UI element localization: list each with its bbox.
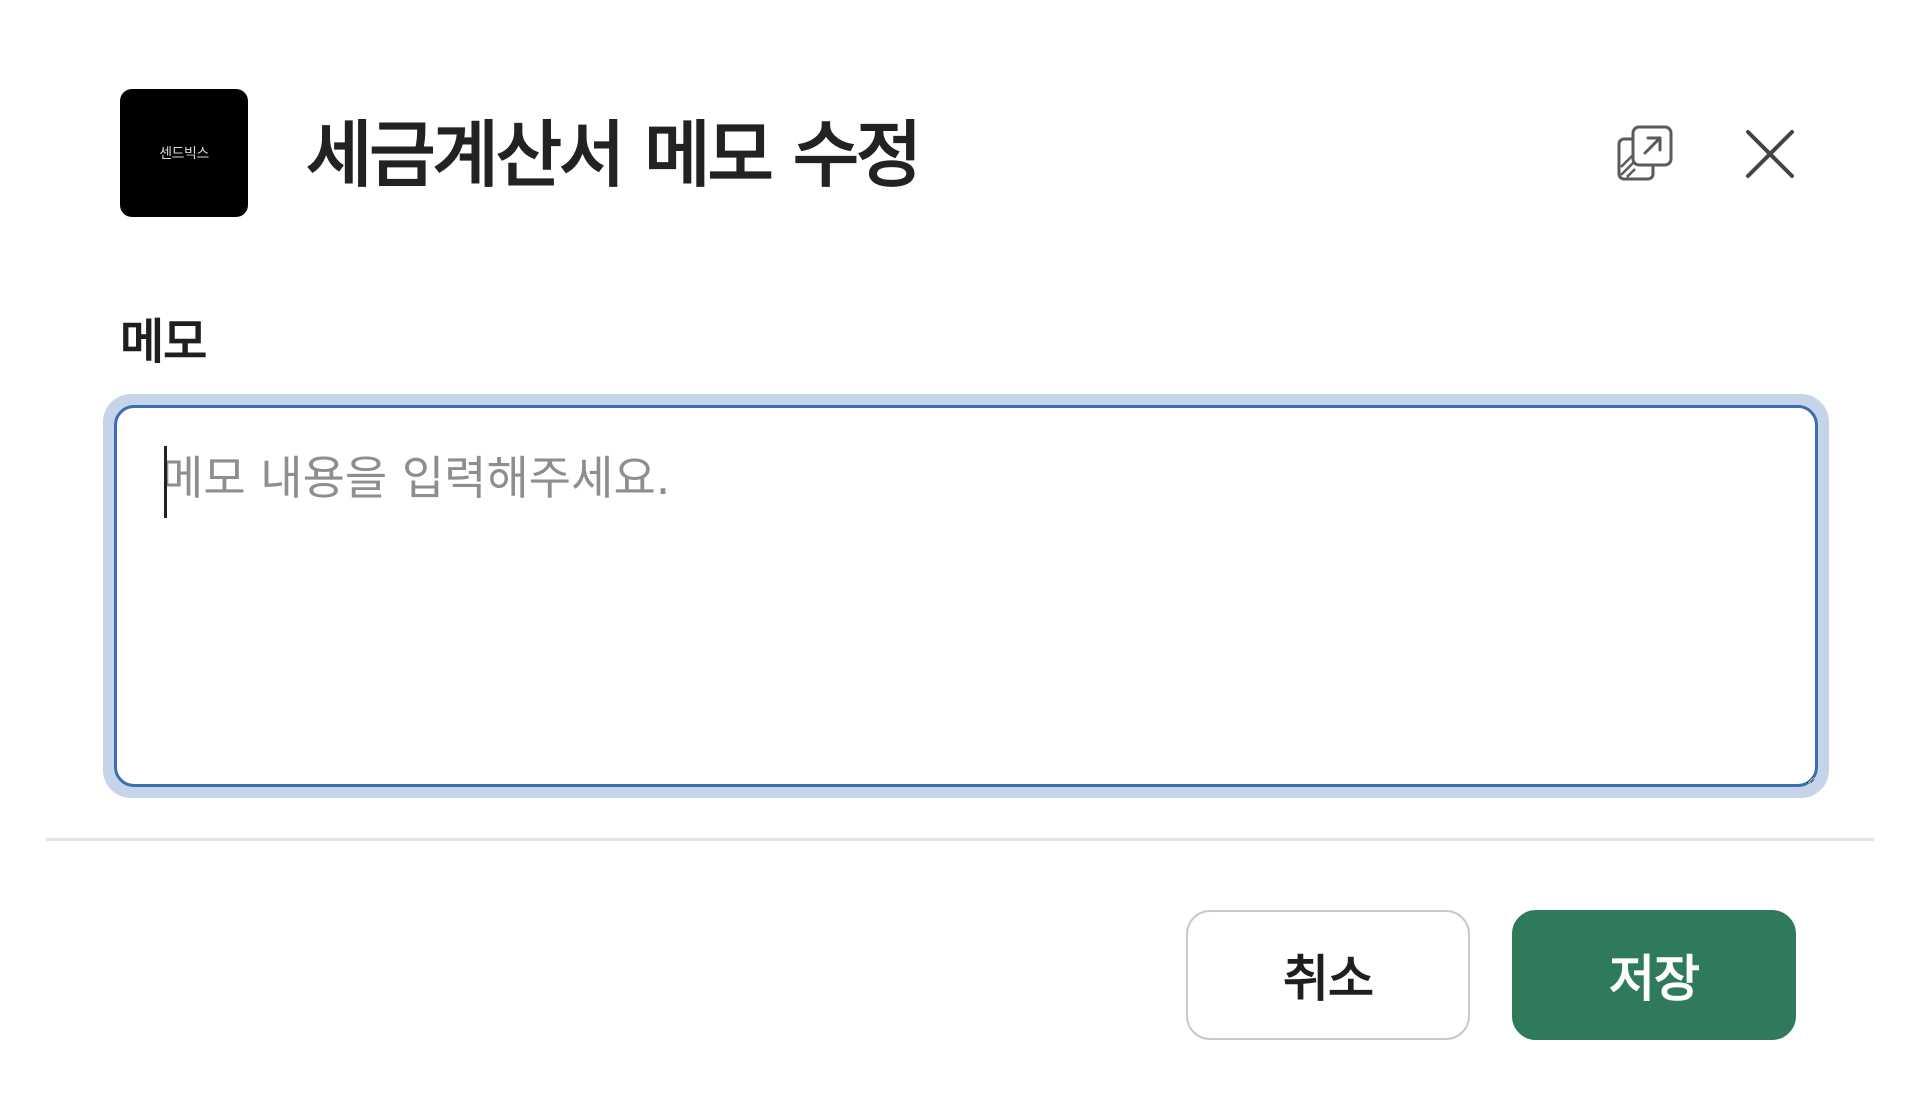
memo-edit-dialog: 센드빅스 세금계산서 메모 수정 메모 메모 내용을 입력해주세요. 취소 저장 <box>0 0 1920 1098</box>
memo-label: 메모 <box>120 314 207 370</box>
popout-button[interactable] <box>1610 118 1682 190</box>
open-in-new-window-icon <box>1617 125 1673 181</box>
memo-field-focus-ring <box>103 394 1829 798</box>
cancel-button[interactable]: 취소 <box>1186 910 1470 1040</box>
close-icon <box>1746 130 1794 178</box>
footer-divider <box>46 838 1874 841</box>
save-button[interactable]: 저장 <box>1512 910 1796 1040</box>
close-button[interactable] <box>1734 118 1806 190</box>
app-logo: 센드빅스 <box>120 89 248 217</box>
app-logo-text: 센드빅스 <box>159 146 209 162</box>
text-caret <box>164 446 167 518</box>
dialog-title: 세금계산서 메모 수정 <box>306 113 922 197</box>
memo-textarea[interactable] <box>114 405 1818 787</box>
